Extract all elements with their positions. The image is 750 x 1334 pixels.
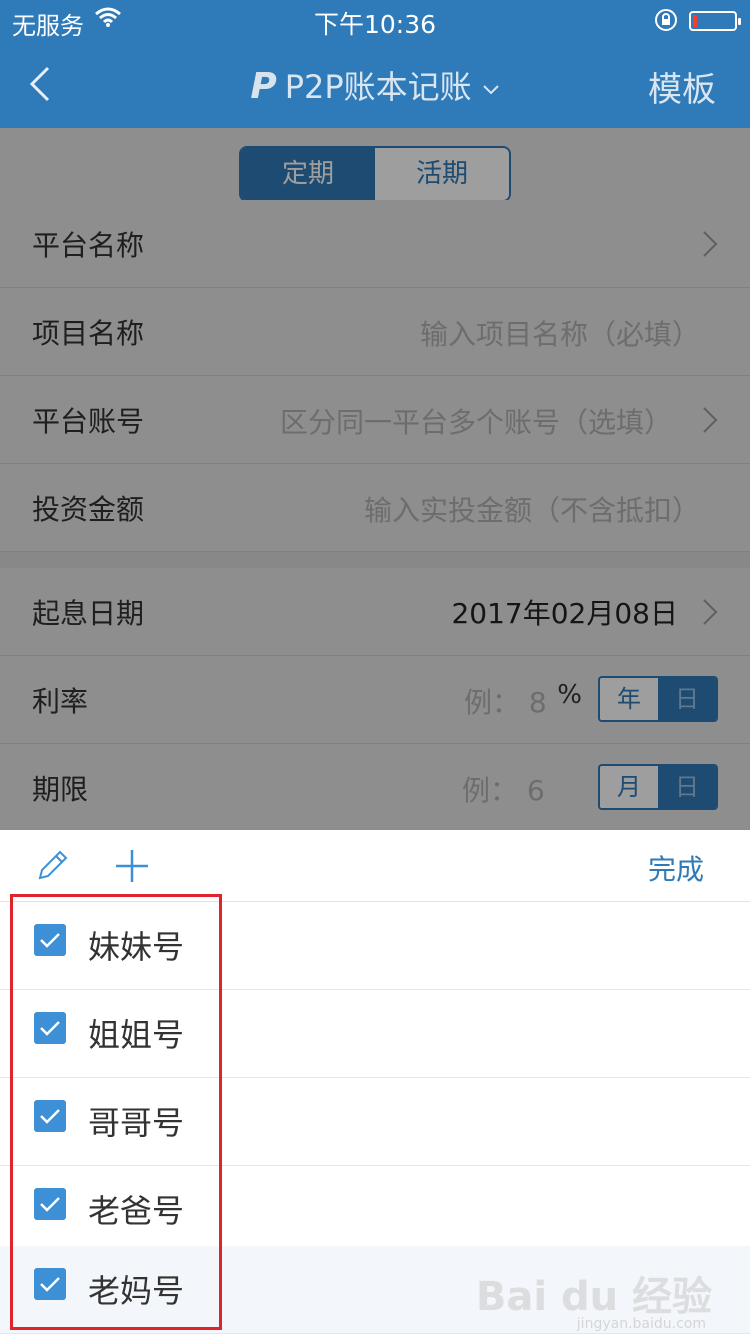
battery-icon — [689, 11, 741, 31]
platform-account-row[interactable]: 平台账号 区分同一平台多个账号（选填） — [0, 376, 750, 464]
top-bar: 无服务 下午10:36 P P2P账本记账 模板 — [0, 0, 750, 128]
term-type-segment[interactable]: 定期 活期 — [239, 146, 511, 202]
term-period-toggle[interactable]: 月 日 — [598, 764, 718, 810]
investment-amount-label: 投资金额 — [32, 493, 145, 526]
section-divider — [0, 552, 750, 568]
start-date-value: 2017年02月08日 — [451, 597, 678, 630]
nav-title-dropdown[interactable]: P P2P账本记账 — [0, 62, 750, 108]
investment-form: 定期 活期 平台名称 项目名称 输入项目名称（必填） 平台账号 区分同一平台多个… — [0, 128, 750, 830]
term-toggle-day[interactable]: 日 — [658, 766, 716, 808]
rate-period-toggle[interactable]: 年 日 — [598, 676, 718, 722]
watermark-url: jingyan.baidu.com — [576, 1316, 706, 1332]
done-button[interactable]: 完成 — [648, 848, 704, 888]
term-input[interactable]: 例： 6 — [462, 769, 545, 809]
segment-fixed[interactable]: 定期 — [241, 148, 375, 200]
start-date-label: 起息日期 — [32, 597, 145, 630]
rotation-lock-icon — [654, 8, 678, 38]
term-row: 期限 例： 6 月 日 — [0, 744, 750, 830]
status-time: 下午10:36 — [313, 10, 437, 39]
platform-account-input[interactable]: 区分同一平台多个账号（选填） — [280, 401, 672, 441]
segment-flexible[interactable]: 活期 — [375, 148, 509, 200]
platform-name-row[interactable]: 平台名称 — [0, 200, 750, 288]
platform-name-label: 平台名称 — [32, 229, 145, 262]
p2p-logo-icon: P — [250, 66, 277, 107]
status-bar: 无服务 下午10:36 — [0, 0, 750, 40]
rate-row: 利率 例： 8 % 年 日 — [0, 656, 750, 744]
add-icon[interactable] — [114, 848, 150, 884]
project-name-label: 项目名称 — [32, 317, 145, 350]
rate-toggle-day[interactable]: 日 — [658, 678, 716, 720]
template-button[interactable]: 模板 — [648, 62, 716, 111]
platform-account-label: 平台账号 — [32, 405, 145, 438]
chevron-right-icon — [700, 230, 720, 258]
highlight-annotation-box — [10, 894, 222, 1330]
term-toggle-month[interactable]: 月 — [600, 766, 658, 808]
account-picker-sheet: 完成 妹妹号 姐姐号 哥哥号 老爸号 老妈号 — [0, 830, 750, 1334]
edit-icon[interactable] — [36, 848, 68, 882]
rate-toggle-year[interactable]: 年 — [600, 678, 658, 720]
investment-amount-input[interactable]: 输入实投金额（不含抵扣） — [364, 489, 700, 529]
rate-label: 利率 — [32, 685, 89, 718]
watermark-logo: Bai du 经验 — [475, 1274, 712, 1320]
rate-unit: % — [557, 680, 582, 710]
chevron-right-icon — [700, 598, 720, 626]
chevron-down-icon — [482, 77, 500, 101]
project-name-input[interactable]: 输入项目名称（必填） — [420, 313, 700, 353]
start-date-row[interactable]: 起息日期 2017年02月08日 — [0, 568, 750, 656]
sheet-toolbar: 完成 — [0, 830, 750, 902]
investment-amount-row[interactable]: 投资金额 输入实投金额（不含抵扣） — [0, 464, 750, 552]
rate-input[interactable]: 例： 8 — [464, 681, 547, 721]
nav-title-text: P2P账本记账 — [284, 68, 472, 106]
chevron-right-icon — [700, 406, 720, 434]
term-label: 期限 — [32, 773, 89, 806]
project-name-row[interactable]: 项目名称 输入项目名称（必填） — [0, 288, 750, 376]
